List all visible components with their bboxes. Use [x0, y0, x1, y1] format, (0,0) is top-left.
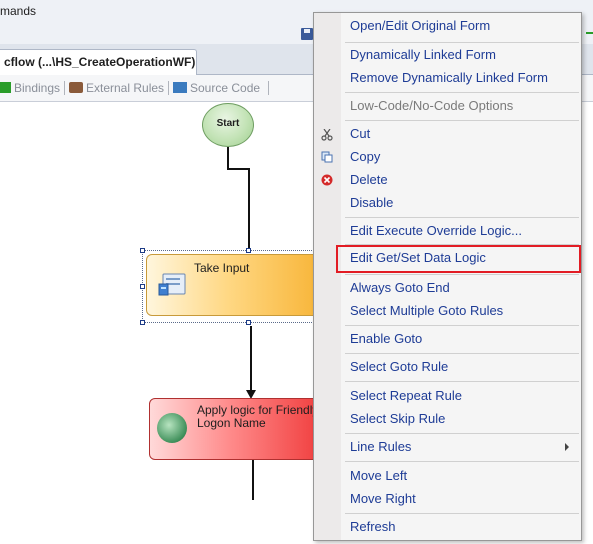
menu-separator: [345, 325, 579, 326]
source-code-icon: [173, 82, 187, 93]
document-tab-label: cflow (...\HS_CreateOperationWF): [4, 55, 196, 69]
menu-separator: [345, 433, 579, 434]
apply-logic-node[interactable]: Apply logic for Friendly Logon Name: [149, 398, 325, 460]
menu-icon-gutter: [314, 13, 341, 540]
menu-separator: [345, 120, 579, 121]
menu-item-enable-goto[interactable]: Enable Goto: [342, 328, 579, 350]
menu-item-label: Dynamically Linked Form: [350, 47, 496, 62]
menu-item-label: Edit Get/Set Data Logic: [350, 250, 486, 265]
menu-item-label: Select Multiple Goto Rules: [350, 303, 504, 318]
menu-item-edit-execute-override-logic[interactable]: Edit Execute Override Logic...: [342, 220, 579, 242]
tab-separator: [64, 81, 65, 95]
resize-handle[interactable]: [140, 284, 145, 289]
menu-item-low-code-options: Low-Code/No-Code Options: [342, 95, 579, 117]
delete-icon: [321, 174, 333, 186]
menu-separator: [345, 217, 579, 218]
menu-item-refresh[interactable]: Refresh: [342, 516, 579, 538]
menu-item-label: Move Right: [350, 491, 416, 506]
commands-title: mands: [0, 4, 37, 18]
take-input-label: Take Input: [194, 261, 250, 275]
menu-item-label: Edit Execute Override Logic...: [350, 223, 522, 238]
menu-item-label: Select Skip Rule: [350, 411, 446, 426]
resize-handle[interactable]: [140, 248, 145, 253]
menu-item-label: Low-Code/No-Code Options: [350, 98, 514, 113]
connector-line: [227, 147, 229, 169]
menu-item-remove-dynamically-linked-form[interactable]: Remove Dynamically Linked Form: [342, 67, 579, 89]
connector-line: [227, 168, 250, 170]
menu-item-line-rules[interactable]: Line Rules: [342, 436, 579, 458]
menu-separator: [345, 513, 579, 514]
menu-item-label: Enable Goto: [350, 331, 423, 346]
menu-item-label: Refresh: [350, 519, 396, 534]
tab-external-rules[interactable]: External Rules: [69, 81, 164, 95]
menu-item-disable[interactable]: Disable: [342, 192, 579, 214]
menu-item-label: Delete: [350, 172, 388, 187]
menu-item-label: Always Goto End: [350, 280, 450, 295]
menu-item-delete[interactable]: Delete: [321, 169, 579, 191]
menu-item-edit-get-set-data-logic[interactable]: Edit Get/Set Data Logic: [336, 245, 581, 273]
menu-item-select-multiple-goto-rules[interactable]: Select Multiple Goto Rules: [342, 300, 579, 322]
menu-separator: [345, 461, 579, 462]
context-menu: Open/Edit Original Form Dynamically Link…: [313, 12, 582, 541]
menu-item-dynamically-linked-form[interactable]: Dynamically Linked Form: [342, 44, 579, 66]
start-node[interactable]: Start: [202, 103, 254, 147]
menu-item-label: Select Goto Rule: [350, 359, 449, 374]
tab-separator: [268, 81, 269, 95]
menu-item-select-goto-rule[interactable]: Select Goto Rule: [342, 356, 579, 378]
menu-item-select-skip-rule[interactable]: Select Skip Rule: [342, 408, 579, 430]
external-rules-icon: [69, 82, 83, 93]
menu-item-label: Remove Dynamically Linked Form: [350, 70, 548, 85]
connector-line: [248, 168, 250, 250]
connector-line: [252, 460, 254, 500]
menu-item-label: Cut: [350, 126, 371, 141]
tab-separator: [168, 81, 169, 95]
menu-item-cut[interactable]: Cut: [321, 123, 579, 145]
copy-icon: [321, 151, 333, 163]
tab-source-code-label: Source Code: [190, 81, 261, 95]
take-input-node[interactable]: Take Input: [146, 254, 326, 316]
menu-separator: [345, 92, 579, 93]
start-node-label: Start: [216, 118, 240, 129]
resize-handle[interactable]: [246, 248, 251, 253]
form-input-icon: [158, 273, 186, 296]
document-tab[interactable]: cflow (...\HS_CreateOperationWF): [0, 49, 197, 75]
tab-bindings[interactable]: Bindings: [0, 81, 60, 95]
menu-item-label: Line Rules: [350, 439, 412, 454]
menu-item-label: Select Repeat Rule: [350, 388, 463, 403]
tab-external-rules-label: External Rules: [86, 81, 165, 95]
resize-handle[interactable]: [246, 320, 251, 325]
menu-separator: [345, 353, 579, 354]
menu-separator: [345, 244, 579, 245]
menu-separator: [345, 42, 579, 43]
submenu-arrow-icon: [565, 443, 569, 451]
apply-logic-label: Apply logic for Friendly Logon Name: [197, 403, 319, 430]
menu-item-open-edit-original-form[interactable]: Open/Edit Original Form: [342, 15, 579, 37]
bindings-icon: [0, 82, 11, 93]
menu-item-label: Move Left: [350, 468, 408, 483]
tab-bindings-label: Bindings: [14, 81, 61, 95]
menu-item-select-repeat-rule[interactable]: Select Repeat Rule: [342, 385, 579, 407]
menu-item-label: Copy: [350, 149, 381, 164]
menu-separator: [345, 274, 579, 275]
menu-separator: [345, 381, 579, 382]
green-indicator: [586, 32, 593, 34]
logic-globe-icon: [157, 413, 187, 443]
menu-item-copy[interactable]: Copy: [321, 146, 579, 168]
menu-item-always-goto-end[interactable]: Always Goto End: [342, 277, 579, 299]
menu-item-move-right[interactable]: Move Right: [342, 488, 579, 510]
resize-handle[interactable]: [140, 320, 145, 325]
menu-item-label: Open/Edit Original Form: [350, 18, 491, 33]
menu-item-label: Disable: [350, 195, 394, 210]
menu-item-move-left[interactable]: Move Left: [342, 465, 579, 487]
save-icon[interactable]: [301, 28, 313, 40]
scissors-icon: [321, 129, 333, 141]
connector-line: [250, 326, 252, 396]
tab-source-code[interactable]: Source Code: [173, 81, 260, 95]
